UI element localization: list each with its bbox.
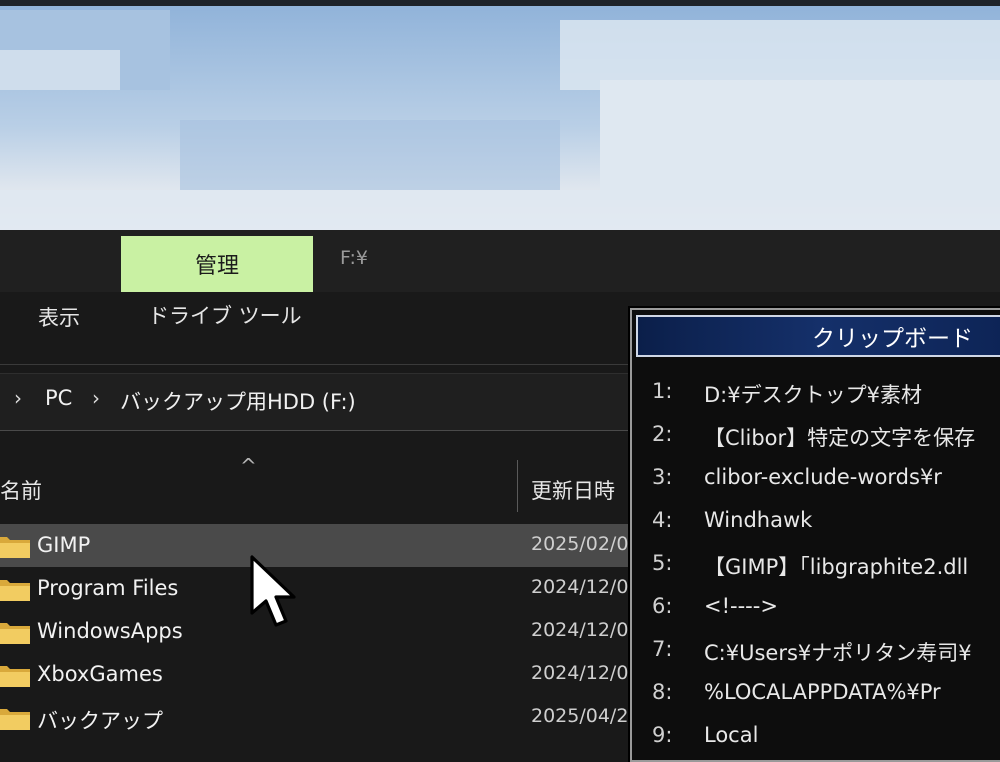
file-name: XboxGames — [37, 662, 163, 686]
clipboard-item-number: 7: — [652, 637, 673, 661]
clipboard-item-text: D:¥デスクトップ¥素材 — [704, 383, 922, 407]
tab-manage[interactable]: 管理 — [121, 236, 313, 292]
clipboard-item-text: C:¥Users¥ナポリタン寿司¥ — [704, 641, 972, 665]
mouse-cursor-icon — [250, 555, 296, 627]
breadcrumb-drive[interactable]: バックアップ用HDD (F:) — [120, 386, 356, 416]
sort-ascending-icon: ^ — [240, 454, 257, 478]
clipboard-item-text: 【GIMP】「libgraphite2.dll — [704, 555, 969, 579]
clipboard-item-number: 1: — [652, 379, 673, 403]
clipboard-item[interactable]: 2: 【Clibor】特定の文字を保存 — [632, 422, 1000, 464]
file-name: GIMP — [37, 533, 91, 557]
wallpaper-patch — [600, 80, 1000, 200]
folder-icon — [0, 623, 30, 644]
file-date: 2024/12/0 — [531, 662, 629, 684]
clipboard-item-number: 4: — [652, 508, 673, 532]
clipboard-item[interactable]: 4: Windhawk — [632, 508, 1000, 550]
clipboard-item-text: Windhawk — [704, 508, 813, 532]
clipboard-item[interactable]: 3: clibor-exclude-words¥r — [632, 465, 1000, 507]
tab-view[interactable]: 表示 — [38, 302, 80, 332]
clipboard-item-text: %LOCALAPPDATA%¥Pr — [704, 680, 941, 704]
column-divider[interactable] — [517, 460, 518, 512]
file-name: WindowsApps — [37, 619, 183, 643]
folder-icon — [0, 580, 30, 601]
column-header-name[interactable]: 名前 — [0, 475, 42, 505]
clipboard-item[interactable]: 5: 【GIMP】「libgraphite2.dll — [632, 551, 1000, 593]
wallpaper-patch — [0, 190, 1000, 230]
chevron-right-icon[interactable]: › — [14, 386, 22, 410]
ribbon-tab-bar: 管理 F:¥ — [0, 230, 1000, 292]
column-header-modified[interactable]: 更新日時 — [531, 475, 615, 505]
clipboard-item-number: 3: — [652, 465, 673, 489]
clipboard-item[interactable]: 8: %LOCALAPPDATA%¥Pr — [632, 680, 1000, 722]
file-name: バックアップ — [37, 709, 163, 733]
clipboard-popup: クリップボード 1: D:¥デスクトップ¥素材 2: 【Clibor】特定の文字… — [630, 308, 1000, 762]
clipboard-item-text: Local — [704, 723, 759, 747]
wallpaper-patch — [0, 50, 120, 90]
top-border — [0, 0, 1000, 6]
file-date: 2024/12/0 — [531, 619, 629, 641]
tab-drive-tools[interactable]: ドライブ ツール — [148, 300, 302, 330]
clipboard-item-text: 【Clibor】特定の文字を保存 — [704, 426, 976, 450]
breadcrumb-pc[interactable]: PC — [45, 386, 72, 410]
clipboard-item-number: 5: — [652, 551, 673, 575]
file-date: 2024/12/0 — [531, 576, 629, 598]
clipboard-item-text: clibor-exclude-words¥r — [704, 465, 942, 489]
clipboard-item[interactable]: 9: Local — [632, 723, 1000, 760]
clipboard-item[interactable]: 6: <!----> — [632, 594, 1000, 636]
desktop-wallpaper — [0, 0, 1000, 230]
clipboard-item-number: 6: — [652, 594, 673, 618]
clipboard-item[interactable]: 1: D:¥デスクトップ¥素材 — [632, 379, 1000, 421]
window-title-path: F:¥ — [340, 247, 368, 269]
folder-icon — [0, 709, 30, 730]
clipboard-item-number: 8: — [652, 680, 673, 704]
folder-icon — [0, 537, 30, 558]
clipboard-item[interactable]: 7: C:¥Users¥ナポリタン寿司¥ — [632, 637, 1000, 679]
chevron-right-icon[interactable]: › — [92, 386, 100, 410]
clipboard-title: クリップボード — [636, 315, 1000, 357]
folder-icon — [0, 666, 30, 687]
clipboard-item-number: 2: — [652, 422, 673, 446]
clipboard-item-text: <!----> — [704, 594, 778, 618]
wallpaper-patch — [180, 120, 560, 190]
file-date: 2025/02/0 — [531, 533, 629, 555]
clipboard-item-number: 9: — [652, 723, 673, 747]
file-date: 2025/04/2 — [531, 705, 629, 727]
file-name: Program Files — [37, 576, 179, 600]
